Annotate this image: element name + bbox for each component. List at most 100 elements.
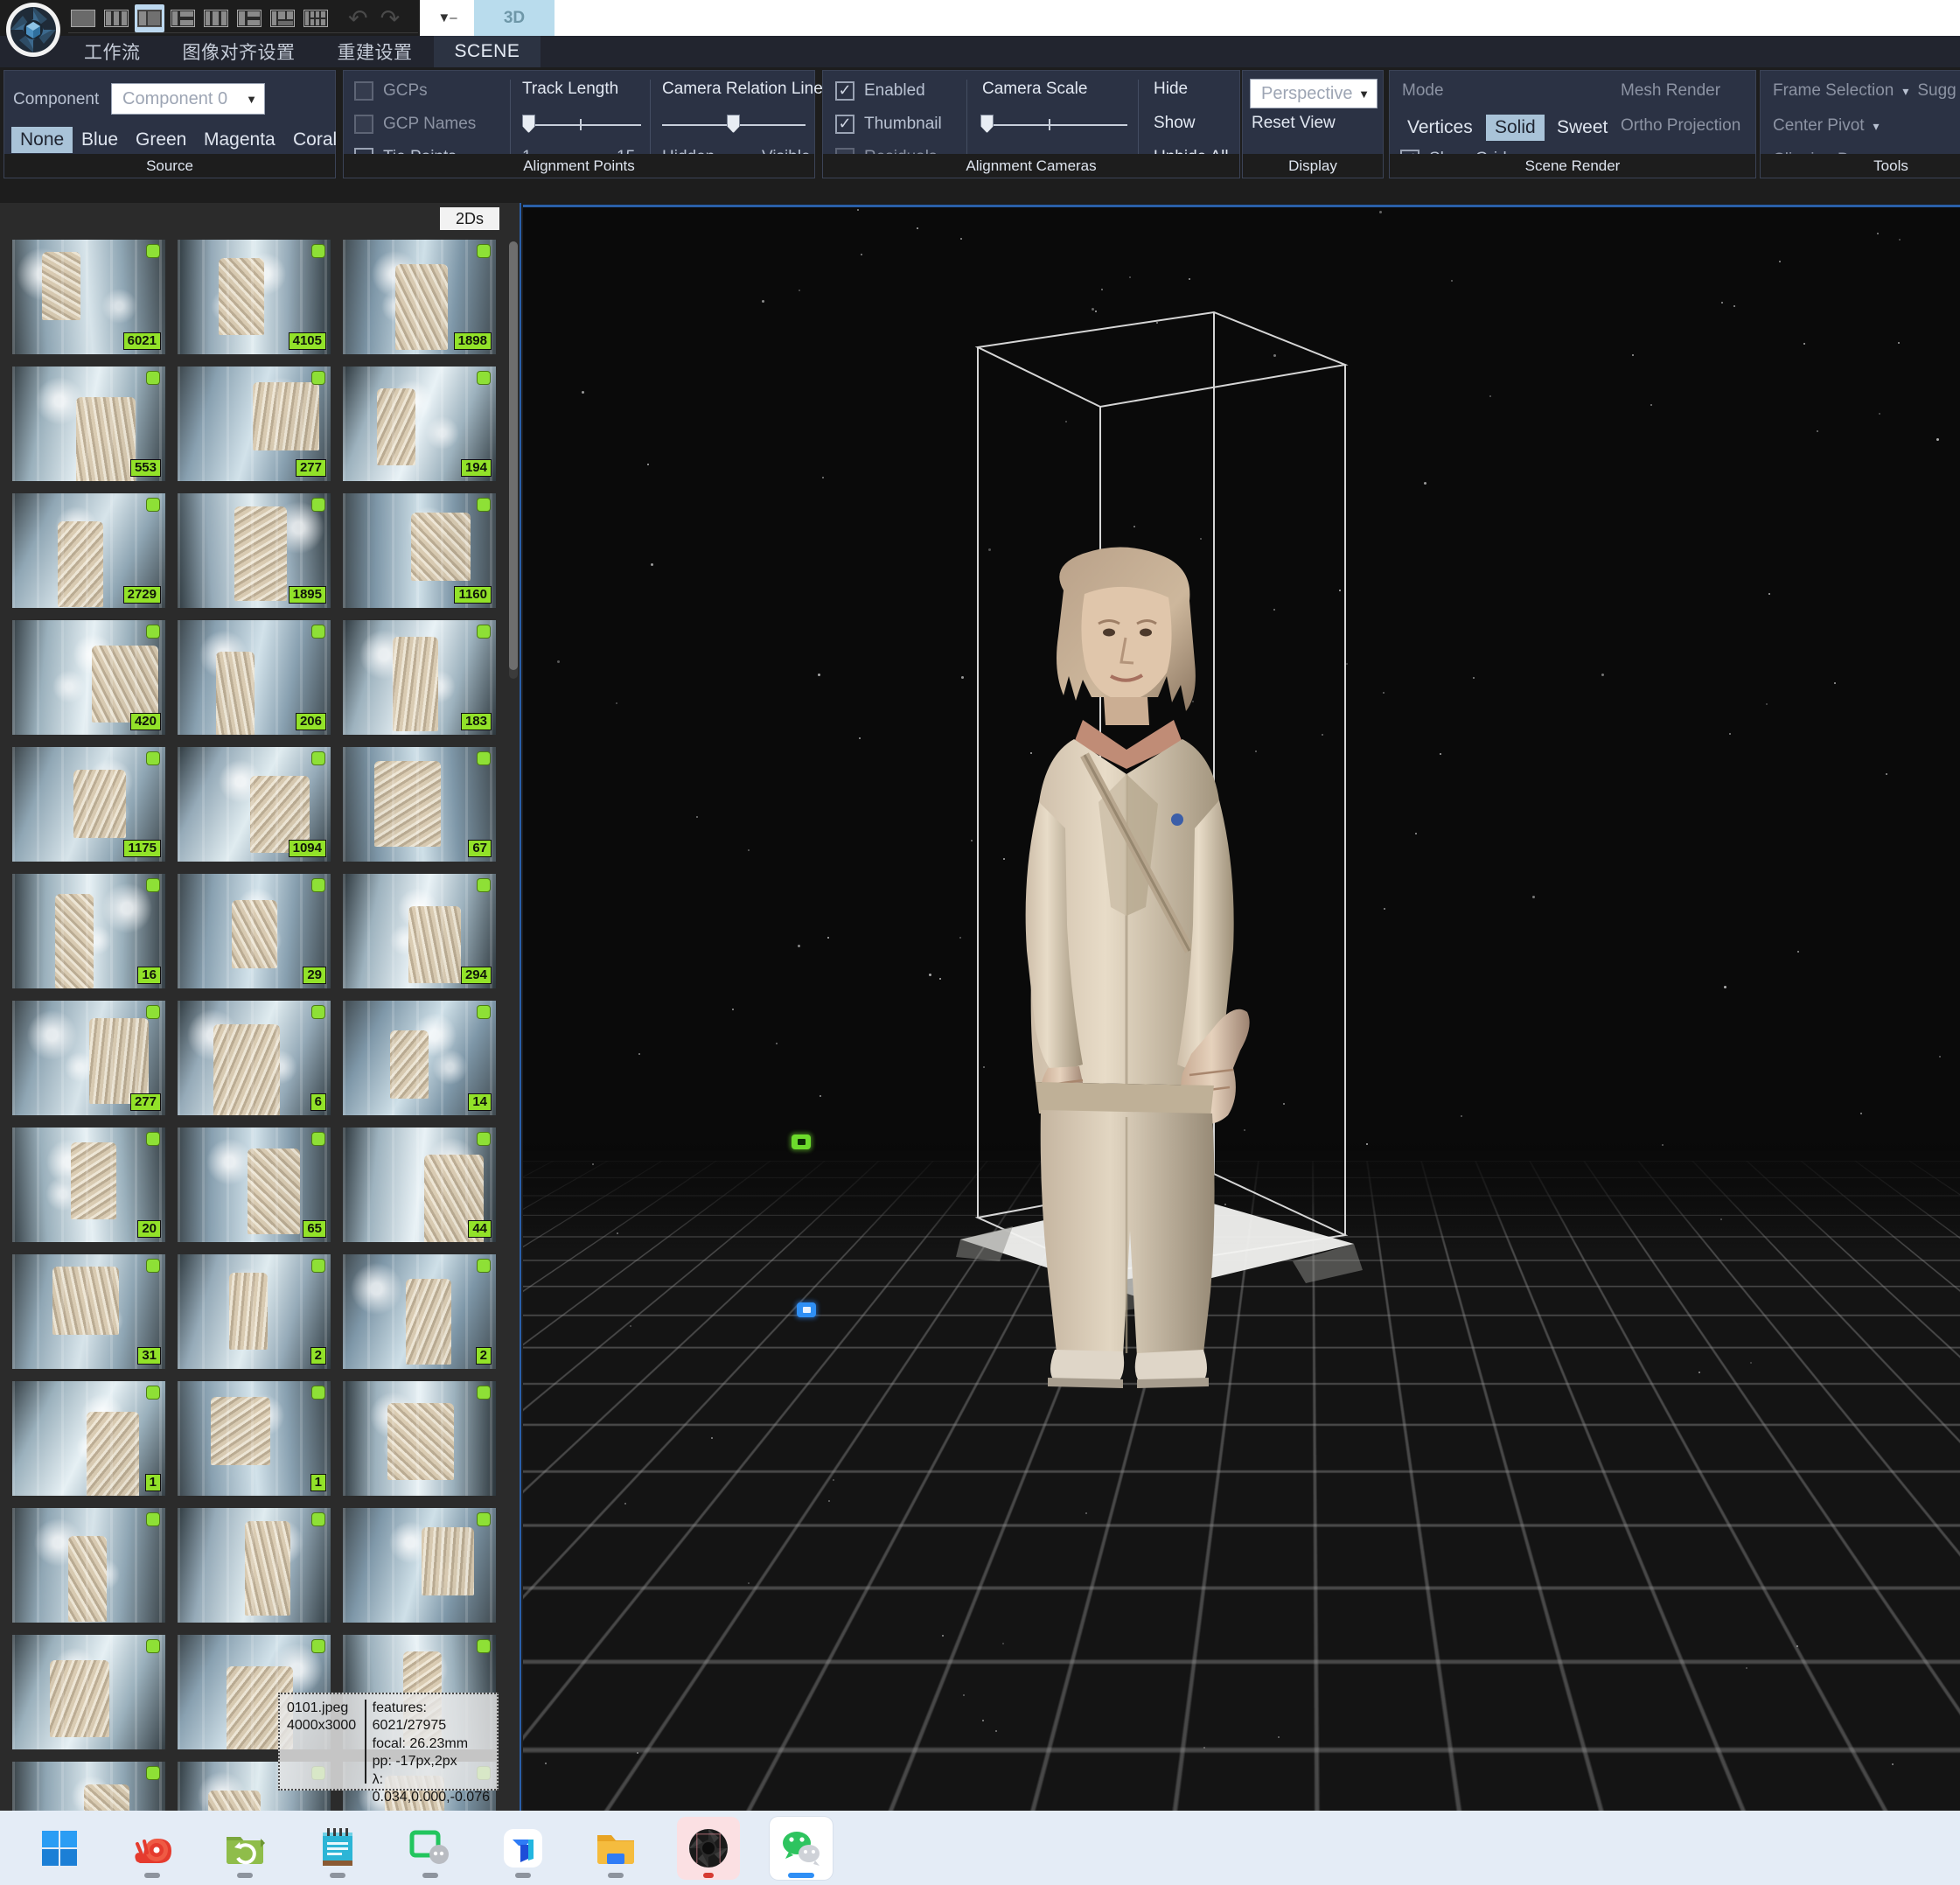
view-mode-2ds-button[interactable]: 2Ds (440, 207, 499, 230)
source-color-coral[interactable]: Coral (284, 127, 345, 153)
source-color-blue[interactable]: Blue (73, 127, 127, 153)
source-color-magenta[interactable]: Magenta (195, 127, 284, 153)
thumbnail-item[interactable]: 65 (178, 1128, 331, 1242)
thumbnail-item[interactable]: 4105 (178, 240, 331, 354)
checkbox-gcp-names[interactable]: GCP Names (354, 115, 476, 134)
checkbox-gcps[interactable]: GCPs (354, 81, 428, 101)
mode-solid-button[interactable]: Solid (1486, 115, 1545, 141)
thumbnail-status-dot (312, 625, 324, 638)
mesh-render-button[interactable]: Mesh Render (1621, 81, 1720, 101)
layout-two-pane-button[interactable] (135, 4, 164, 32)
tab-3d[interactable]: 3D (474, 0, 555, 36)
frame-selection-label: Frame Selection (1773, 81, 1894, 100)
notepad-app-button[interactable] (306, 1817, 369, 1880)
thumbnail-item[interactable]: 277 (12, 1001, 165, 1115)
layout-grid-many-button[interactable] (301, 4, 331, 32)
thumbnail-feature-count-badge: 20 (137, 1220, 161, 1238)
thumbnail-status-dot (147, 1513, 159, 1525)
start-button[interactable] (28, 1817, 91, 1880)
frame-selection-menu[interactable]: Frame Selection ▾ Sugg (1773, 81, 1957, 101)
thumbnail-item[interactable]: 31 (12, 1254, 165, 1369)
thumbnail-item[interactable]: 206 (178, 620, 331, 735)
thumbnail-item[interactable]: 44 (343, 1128, 496, 1242)
ribbon-group-display: Perspective ▼ Reset View Display (1242, 70, 1384, 178)
thumbnail-item[interactable]: 194 (343, 367, 496, 481)
thumbnail-scrollbar-thumb[interactable] (509, 241, 518, 670)
layout-left-list-button[interactable] (168, 4, 198, 32)
running-indicator (330, 1872, 345, 1878)
layout-quad-button[interactable] (234, 4, 264, 32)
thumbnail-item[interactable]: 2729 (12, 493, 165, 608)
layout-single-button[interactable] (68, 4, 98, 32)
show-button[interactable]: Show (1154, 114, 1196, 133)
hide-button[interactable]: Hide (1154, 80, 1188, 99)
checkbox-enabled[interactable]: ✓ Enabled (835, 81, 925, 101)
slider-thumb[interactable] (522, 115, 535, 133)
undo-icon[interactable]: ↶ (348, 6, 368, 31)
source-color-green[interactable]: Green (127, 127, 195, 153)
thumbnail-item[interactable]: 16 (12, 874, 165, 988)
pin-dropdown-button[interactable]: ▼– (420, 0, 474, 36)
thumbnail-item[interactable]: 420 (12, 620, 165, 735)
thumbnail-item[interactable]: 1160 (343, 493, 496, 608)
thumbnail-item[interactable]: 20 (12, 1128, 165, 1242)
mode-vertices-button[interactable]: Vertices (1399, 115, 1482, 141)
thumbnail-item[interactable]: 1094 (178, 747, 331, 862)
camera-scale-slider[interactable] (980, 113, 1127, 136)
tab-workflow[interactable]: 工作流 (63, 36, 162, 67)
thumbnail-item[interactable] (343, 1508, 496, 1623)
redo-icon[interactable]: ↷ (380, 6, 401, 31)
thumbnail-item[interactable]: 2 (178, 1254, 331, 1369)
reconstructed-mesh-model[interactable] (952, 540, 1319, 1414)
thumbnail-item[interactable]: 277 (178, 367, 331, 481)
thumbnail-item[interactable]: 294 (343, 874, 496, 988)
file-explorer-button[interactable] (584, 1817, 647, 1880)
center-pivot-menu[interactable]: Center Pivot ▾ (1773, 116, 1880, 136)
camera-marker-blue[interactable] (797, 1302, 816, 1317)
ortho-projection-button[interactable]: Ortho Projection (1621, 116, 1740, 136)
tab-image-alignment-settings[interactable]: 图像对齐设置 (162, 36, 317, 67)
tab-reconstruction-settings[interactable]: 重建设置 (317, 36, 434, 67)
thumbnail-item[interactable]: 2 (343, 1254, 496, 1369)
thumbnail-item[interactable]: 1175 (12, 747, 165, 862)
reset-view-button[interactable]: Reset View (1252, 114, 1336, 133)
thumbnail-item[interactable] (12, 1762, 165, 1811)
thumbnail-item[interactable]: 1 (12, 1381, 165, 1496)
thumbnail-item[interactable]: 6021 (12, 240, 165, 354)
source-color-none[interactable]: None (11, 127, 73, 153)
snail-app-button[interactable] (121, 1817, 184, 1880)
track-length-slider[interactable] (522, 113, 641, 136)
thumbnail-item[interactable]: 6 (178, 1001, 331, 1115)
slider-thumb[interactable] (727, 115, 740, 133)
thumbnail-item[interactable]: 14 (343, 1001, 496, 1115)
layout-split-mid-button[interactable] (201, 4, 231, 32)
thumbnail-item[interactable]: 1895 (178, 493, 331, 608)
camera-marker-green[interactable] (792, 1134, 811, 1149)
wechat-app-button[interactable] (770, 1816, 833, 1880)
layout-mixed-button[interactable] (268, 4, 297, 32)
thumbnail-item[interactable]: 183 (343, 620, 496, 735)
thumbnail-item[interactable]: 67 (343, 747, 496, 862)
thumbnail-item[interactable]: 29 (178, 874, 331, 988)
reality-capture-app-button[interactable] (677, 1816, 740, 1880)
slider-thumb[interactable] (980, 115, 994, 133)
chat-app-button[interactable] (399, 1817, 462, 1880)
folder-sync-app-button[interactable] (213, 1817, 276, 1880)
teams-app-button[interactable] (492, 1817, 555, 1880)
thumbnail-item[interactable]: 1898 (343, 240, 496, 354)
checkbox-thumbnail[interactable]: ✓ Thumbnail (835, 115, 942, 134)
thumbnail-item[interactable] (178, 1508, 331, 1623)
mode-sweet-button[interactable]: Sweet (1548, 115, 1616, 141)
tab-scene[interactable]: SCENE (433, 36, 541, 67)
component-select[interactable]: Component 0 ▼ (111, 83, 265, 115)
3d-viewport[interactable] (523, 205, 1960, 1811)
thumbnail-scrollbar[interactable] (509, 241, 518, 679)
projection-select[interactable]: Perspective ▼ (1250, 79, 1378, 108)
camera-relation-lines-slider[interactable] (662, 113, 806, 136)
thumbnail-item[interactable]: 553 (12, 367, 165, 481)
thumbnail-item[interactable]: 1 (178, 1381, 331, 1496)
thumbnail-item[interactable] (343, 1381, 496, 1496)
layout-three-columns-button[interactable] (101, 4, 131, 32)
thumbnail-item[interactable] (12, 1508, 165, 1623)
thumbnail-item[interactable] (12, 1635, 165, 1749)
